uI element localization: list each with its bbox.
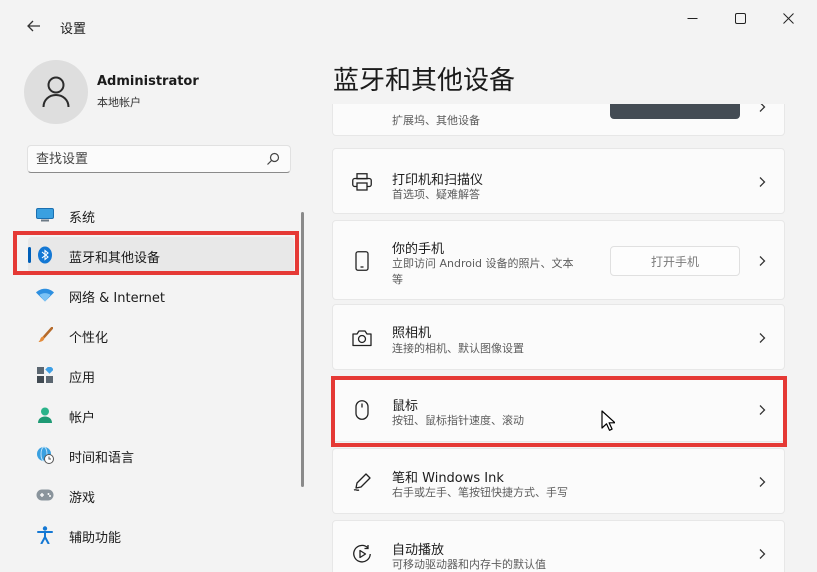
autoplay-icon bbox=[351, 543, 373, 565]
pen-icon bbox=[351, 471, 373, 493]
card-title: 打印机和扫描仪 bbox=[392, 173, 484, 188]
camera-icon bbox=[351, 327, 373, 349]
close-button[interactable] bbox=[764, 0, 812, 36]
sidebar-scrollbar[interactable] bbox=[301, 212, 304, 487]
sidebar-item-apps[interactable]: 应用 bbox=[28, 357, 294, 393]
card-devices[interactable]: 扩展坞、其他设备 bbox=[332, 104, 785, 136]
sidebar-item-accessibility[interactable]: 辅助功能 bbox=[28, 517, 294, 553]
accessibility-icon bbox=[36, 526, 54, 544]
chevron-right-icon bbox=[759, 256, 766, 266]
page-title: 蓝牙和其他设备 bbox=[333, 66, 516, 96]
sidebar-item-label: 帐户 bbox=[69, 411, 96, 426]
card-title: 照相机 bbox=[392, 326, 432, 341]
brush-icon bbox=[36, 326, 54, 344]
card-title: 你的手机 bbox=[392, 242, 445, 257]
user-icon bbox=[42, 76, 70, 108]
settings-list: 扩展坞、其他设备 打印机和扫描仪 首选项、疑难解答 你的手机 立即访问 Andr… bbox=[332, 104, 786, 572]
maximize-button[interactable] bbox=[716, 0, 764, 36]
card-subtitle: 连接的相机、默认图像设置 bbox=[392, 342, 524, 355]
maximize-icon bbox=[734, 12, 746, 24]
mouse-pointer-icon bbox=[601, 410, 615, 431]
card-subtitle: 右手或左手、笔按钮快捷方式、手写 bbox=[392, 486, 568, 499]
profile-account-type: 本地帐户 bbox=[97, 96, 141, 109]
chevron-right-icon bbox=[759, 177, 766, 187]
sidebar-item-system[interactable]: 系统 bbox=[28, 197, 294, 233]
sidebar-item-bluetooth-devices[interactable]: 蓝牙和其他设备 bbox=[28, 237, 294, 273]
card-subtitle: 扩展坞、其他设备 bbox=[392, 114, 480, 127]
minimize-button[interactable] bbox=[668, 0, 716, 36]
card-camera[interactable]: 照相机 连接的相机、默认图像设置 bbox=[332, 304, 785, 370]
profile-name: Administrator bbox=[97, 74, 199, 89]
add-device-button[interactable] bbox=[610, 104, 740, 119]
sidebar-item-accounts[interactable]: 帐户 bbox=[28, 397, 294, 433]
sidebar-item-time-language[interactable]: 时间和语言 bbox=[28, 437, 294, 473]
card-your-phone[interactable]: 你的手机 立即访问 Android 设备的照片、文本 等 打开手机 bbox=[332, 220, 785, 300]
sidebar-item-label: 辅助功能 bbox=[69, 531, 122, 546]
card-title: 笔和 Windows Ink bbox=[392, 471, 504, 486]
chevron-right-icon bbox=[759, 104, 766, 112]
arrow-left-icon bbox=[27, 20, 40, 32]
avatar bbox=[24, 60, 88, 124]
user-profile[interactable]: Administrator 本地帐户 bbox=[24, 60, 294, 124]
active-indicator bbox=[28, 247, 31, 263]
search-icon[interactable] bbox=[265, 151, 281, 167]
display-icon bbox=[36, 206, 54, 224]
sidebar-item-label: 时间和语言 bbox=[69, 451, 135, 466]
close-icon bbox=[782, 12, 794, 24]
search-box[interactable] bbox=[27, 145, 291, 173]
sidebar-item-gaming[interactable]: 游戏 bbox=[28, 477, 294, 513]
phone-icon bbox=[351, 250, 373, 272]
person-icon bbox=[36, 406, 54, 424]
minimize-icon bbox=[687, 17, 697, 19]
card-subtitle: 立即访问 Android 设备的照片、文本 bbox=[392, 257, 574, 270]
card-subtitle: 首选项、疑难解答 bbox=[392, 188, 480, 201]
card-printers-scanners[interactable]: 打印机和扫描仪 首选项、疑难解答 bbox=[332, 148, 785, 214]
gamepad-icon bbox=[36, 486, 54, 504]
chevron-right-icon bbox=[759, 333, 766, 343]
sidebar-item-network[interactable]: 网络 & Internet bbox=[28, 277, 294, 313]
sidebar-item-label: 系统 bbox=[69, 211, 96, 226]
sidebar-item-label: 网络 & Internet bbox=[69, 291, 166, 306]
card-autoplay[interactable]: 自动播放 可移动驱动器和内存卡的默认值 bbox=[332, 520, 785, 572]
sidebar-item-label: 蓝牙和其他设备 bbox=[69, 251, 161, 266]
back-button[interactable] bbox=[20, 12, 48, 40]
sidebar-item-label: 应用 bbox=[69, 371, 96, 386]
chevron-right-icon bbox=[759, 549, 766, 559]
card-title: 自动播放 bbox=[392, 543, 445, 558]
sidebar-item-label: 游戏 bbox=[69, 491, 96, 506]
card-pen-windows-ink[interactable]: 笔和 Windows Ink 右手或左手、笔按钮快捷方式、手写 bbox=[332, 448, 785, 514]
app-title: 设置 bbox=[60, 22, 87, 37]
card-subtitle: 按钮、鼠标指针速度、滚动 bbox=[392, 414, 524, 427]
globe-clock-icon bbox=[36, 446, 54, 464]
sidebar-item-label: 个性化 bbox=[69, 331, 109, 346]
bluetooth-icon bbox=[36, 246, 54, 264]
printer-icon bbox=[351, 171, 373, 193]
chevron-right-icon bbox=[759, 405, 766, 415]
card-subtitle: 可移动驱动器和内存卡的默认值 bbox=[392, 558, 546, 571]
card-mouse[interactable]: 鼠标 按钮、鼠标指针速度、滚动 bbox=[332, 376, 785, 442]
title-bar: 设置 bbox=[0, 0, 817, 48]
open-phone-button[interactable]: 打开手机 bbox=[610, 246, 740, 276]
mouse-icon bbox=[351, 399, 373, 421]
card-subtitle-continued: 等 bbox=[392, 273, 403, 286]
sidebar-item-personalization[interactable]: 个性化 bbox=[28, 317, 294, 353]
apps-icon bbox=[36, 366, 54, 384]
wifi-icon bbox=[36, 286, 54, 304]
search-input[interactable] bbox=[36, 150, 256, 168]
card-title: 鼠标 bbox=[392, 399, 419, 414]
chevron-right-icon bbox=[759, 477, 766, 487]
